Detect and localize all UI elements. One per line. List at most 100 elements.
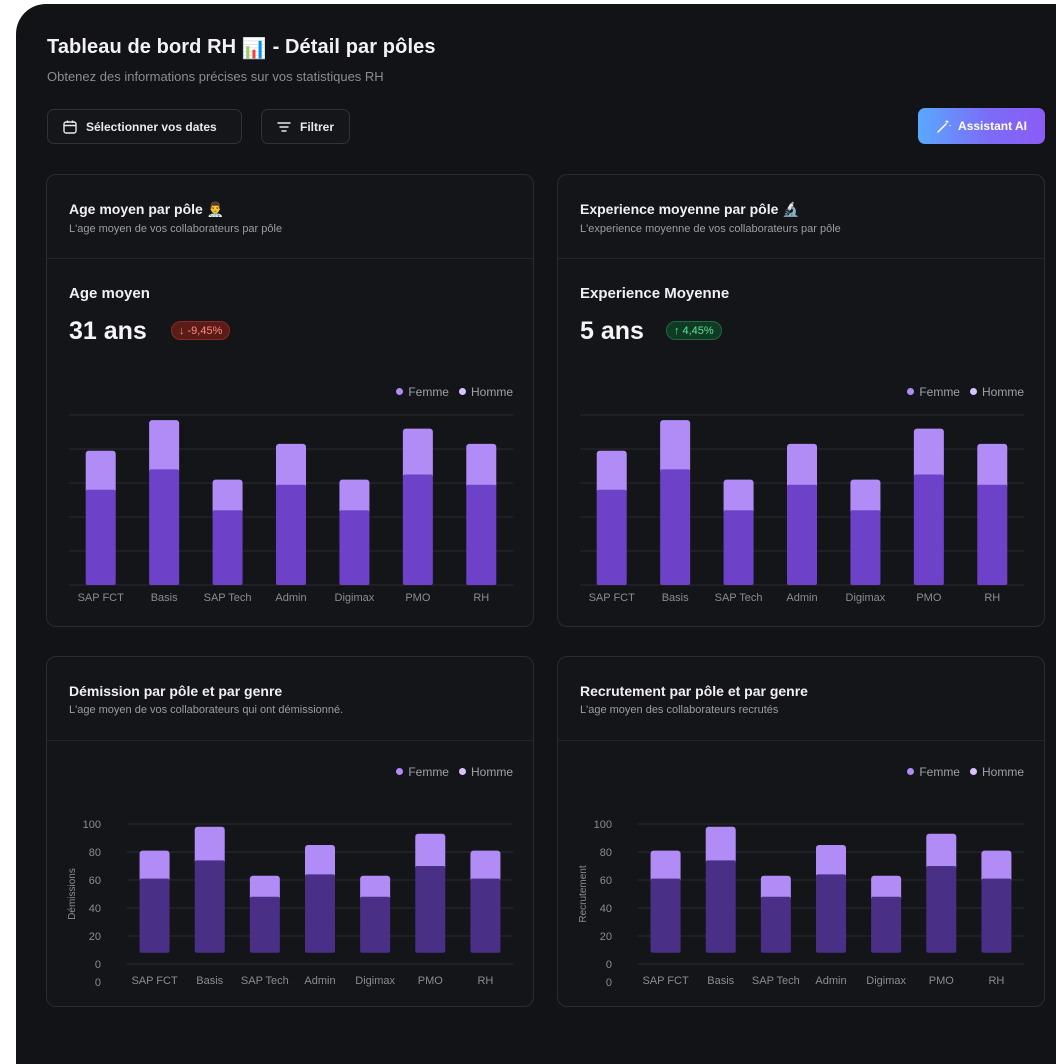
bar-femme <box>194 826 225 865</box>
legend-femme-label: Femme <box>919 765 960 779</box>
x-tick-label: SAP FCT <box>78 592 125 604</box>
bar-homme <box>981 878 1012 953</box>
assistant-ai-button[interactable]: Assistant AI <box>918 108 1045 144</box>
calendar-icon <box>63 120 77 134</box>
legend-femme-label: Femme <box>408 765 449 779</box>
arrow-up-icon: ↑ <box>674 324 680 337</box>
x-tick-label: SAP Tech <box>715 592 763 604</box>
bar-femme <box>723 479 754 515</box>
age-delta-badge: ↓ -9,45% <box>171 321 231 340</box>
bar-femme <box>850 479 881 515</box>
recrutement-card-subtitle: L'age moyen des collaborateurs recrutés <box>580 704 779 716</box>
y-tick-label: 40 <box>89 903 101 915</box>
experience-delta-value: 4,45% <box>682 324 714 337</box>
y-tick-label: 100 <box>594 819 612 831</box>
demission-card-header: Démission par pôle et par genre L'age mo… <box>47 657 533 741</box>
bar-homme <box>249 896 280 953</box>
x-tick-label: RH <box>984 592 1000 604</box>
bar-femme <box>705 826 736 865</box>
recrutement-bar-chart: 0 20 40 60 80 100 Recrutement SAP FCT Basis SAP T… <box>578 819 1024 989</box>
bar-femme <box>981 850 1012 883</box>
select-dates-button[interactable]: Sélectionner vos dates <box>47 109 242 144</box>
demission-legend: Femme Homme <box>396 765 513 779</box>
bar-homme <box>149 469 180 585</box>
y-tick-label: 0 <box>95 959 101 971</box>
legend-homme-label: Homme <box>470 385 513 399</box>
bar-femme <box>339 479 370 515</box>
arrow-down-icon: ↓ <box>179 324 185 337</box>
age-bar-chart: SAP FCT Basis SAP Tech Admin Digimax PMO RH <box>69 414 513 604</box>
experience-card-title: Experience moyenne par pôle 🔬 <box>580 201 800 217</box>
legend-homme: Homme <box>969 385 1024 399</box>
bar-femme <box>926 833 957 870</box>
filter-label: Filtrer <box>300 119 335 134</box>
bar-homme <box>913 474 944 585</box>
y-axis-label: Recrutement <box>578 865 589 922</box>
bar-homme <box>926 866 957 953</box>
experience-card: Experience moyenne par pôle 🔬 L'experien… <box>557 174 1045 627</box>
recrutement-card: Recrutement par pôle et par genre L'age … <box>557 656 1045 1007</box>
x-tick-label: SAP FCT <box>589 592 636 604</box>
dashboard-frame: Tableau de bord RH 📊 - Détail par pôles … <box>16 4 1056 1064</box>
bar-femme <box>139 850 170 883</box>
x-tick-label: Admin <box>786 592 817 604</box>
experience-card-subtitle: L'experience moyenne de vos collaborateu… <box>580 223 841 235</box>
x-tick-label: Digimax <box>846 592 886 604</box>
bar-femme <box>787 443 817 489</box>
x-tick-label: Digimax <box>866 975 906 987</box>
bar-homme <box>871 896 902 953</box>
x-tick-label: Digimax <box>335 592 375 604</box>
x-tick-label: Admin <box>304 975 335 987</box>
age-metric-value: 31 ans <box>69 317 147 345</box>
x-tick-label: PMO <box>405 592 431 604</box>
bar-femme <box>415 833 446 870</box>
bar-femme <box>212 479 243 515</box>
recrutement-card-header: Recrutement par pôle et par genre L'age … <box>558 657 1044 741</box>
legend-homme-label: Homme <box>981 765 1024 779</box>
filter-button[interactable]: Filtrer <box>261 109 350 144</box>
page-title-text: Tableau de bord RH <box>47 36 237 58</box>
legend-dot-homme <box>458 768 466 775</box>
x-tick-label: Basis <box>151 592 178 604</box>
x-tick-label: SAP FCT <box>642 975 689 987</box>
bar-homme <box>194 860 225 953</box>
bar-femme <box>470 850 501 883</box>
legend-dot-femme <box>396 388 404 395</box>
age-delta-value: -9,45% <box>187 324 223 337</box>
recrutement-legend: Femme Homme <box>907 765 1024 779</box>
bar-homme <box>660 469 691 585</box>
legend-homme: Homme <box>969 765 1024 779</box>
page-title-suffix: - Détail par pôles <box>272 36 436 58</box>
experience-card-header: Experience moyenne par pôle 🔬 L'experien… <box>558 175 1044 259</box>
bar-femme <box>466 443 497 489</box>
y-tick-label: 20 <box>600 931 612 943</box>
x-tick-label: SAP Tech <box>204 592 252 604</box>
filter-icon <box>277 121 291 132</box>
page-subtitle: Obtenez des informations précises sur vo… <box>47 69 384 84</box>
legend-dot-homme <box>969 768 977 775</box>
legend-homme: Homme <box>458 385 513 399</box>
y-tick-label: 100 <box>83 819 101 831</box>
age-card-header: Age moyen par pôle 👨‍⚕️ L'age moyen de v… <box>47 175 533 259</box>
legend-dot-femme <box>907 768 915 775</box>
y-tick-label: 60 <box>600 875 612 887</box>
x-tick-label: Digimax <box>355 975 395 987</box>
recrutement-card-title: Recrutement par pôle et par genre <box>580 683 808 699</box>
bar-homme <box>705 860 736 953</box>
bar-femme <box>596 450 627 494</box>
x-tick-label: Basis <box>662 592 689 604</box>
bar-femme <box>913 428 944 479</box>
x-tick-label: RH <box>988 975 1004 987</box>
bar-homme <box>415 866 446 953</box>
bar-homme <box>977 484 1008 585</box>
demission-card-subtitle: L'age moyen de vos collaborateurs qui on… <box>69 704 344 716</box>
x-tick-label: Admin <box>815 975 846 987</box>
x-tick-label: Admin <box>275 592 306 604</box>
legend-dot-femme <box>396 768 404 775</box>
y-tick-label: 20 <box>89 931 101 943</box>
experience-metric-value: 5 ans <box>580 317 644 345</box>
y-tick-label: 60 <box>89 875 101 887</box>
legend-dot-homme <box>969 388 977 395</box>
x-tick-label: PMO <box>929 975 955 987</box>
legend-femme-label: Femme <box>408 385 449 399</box>
